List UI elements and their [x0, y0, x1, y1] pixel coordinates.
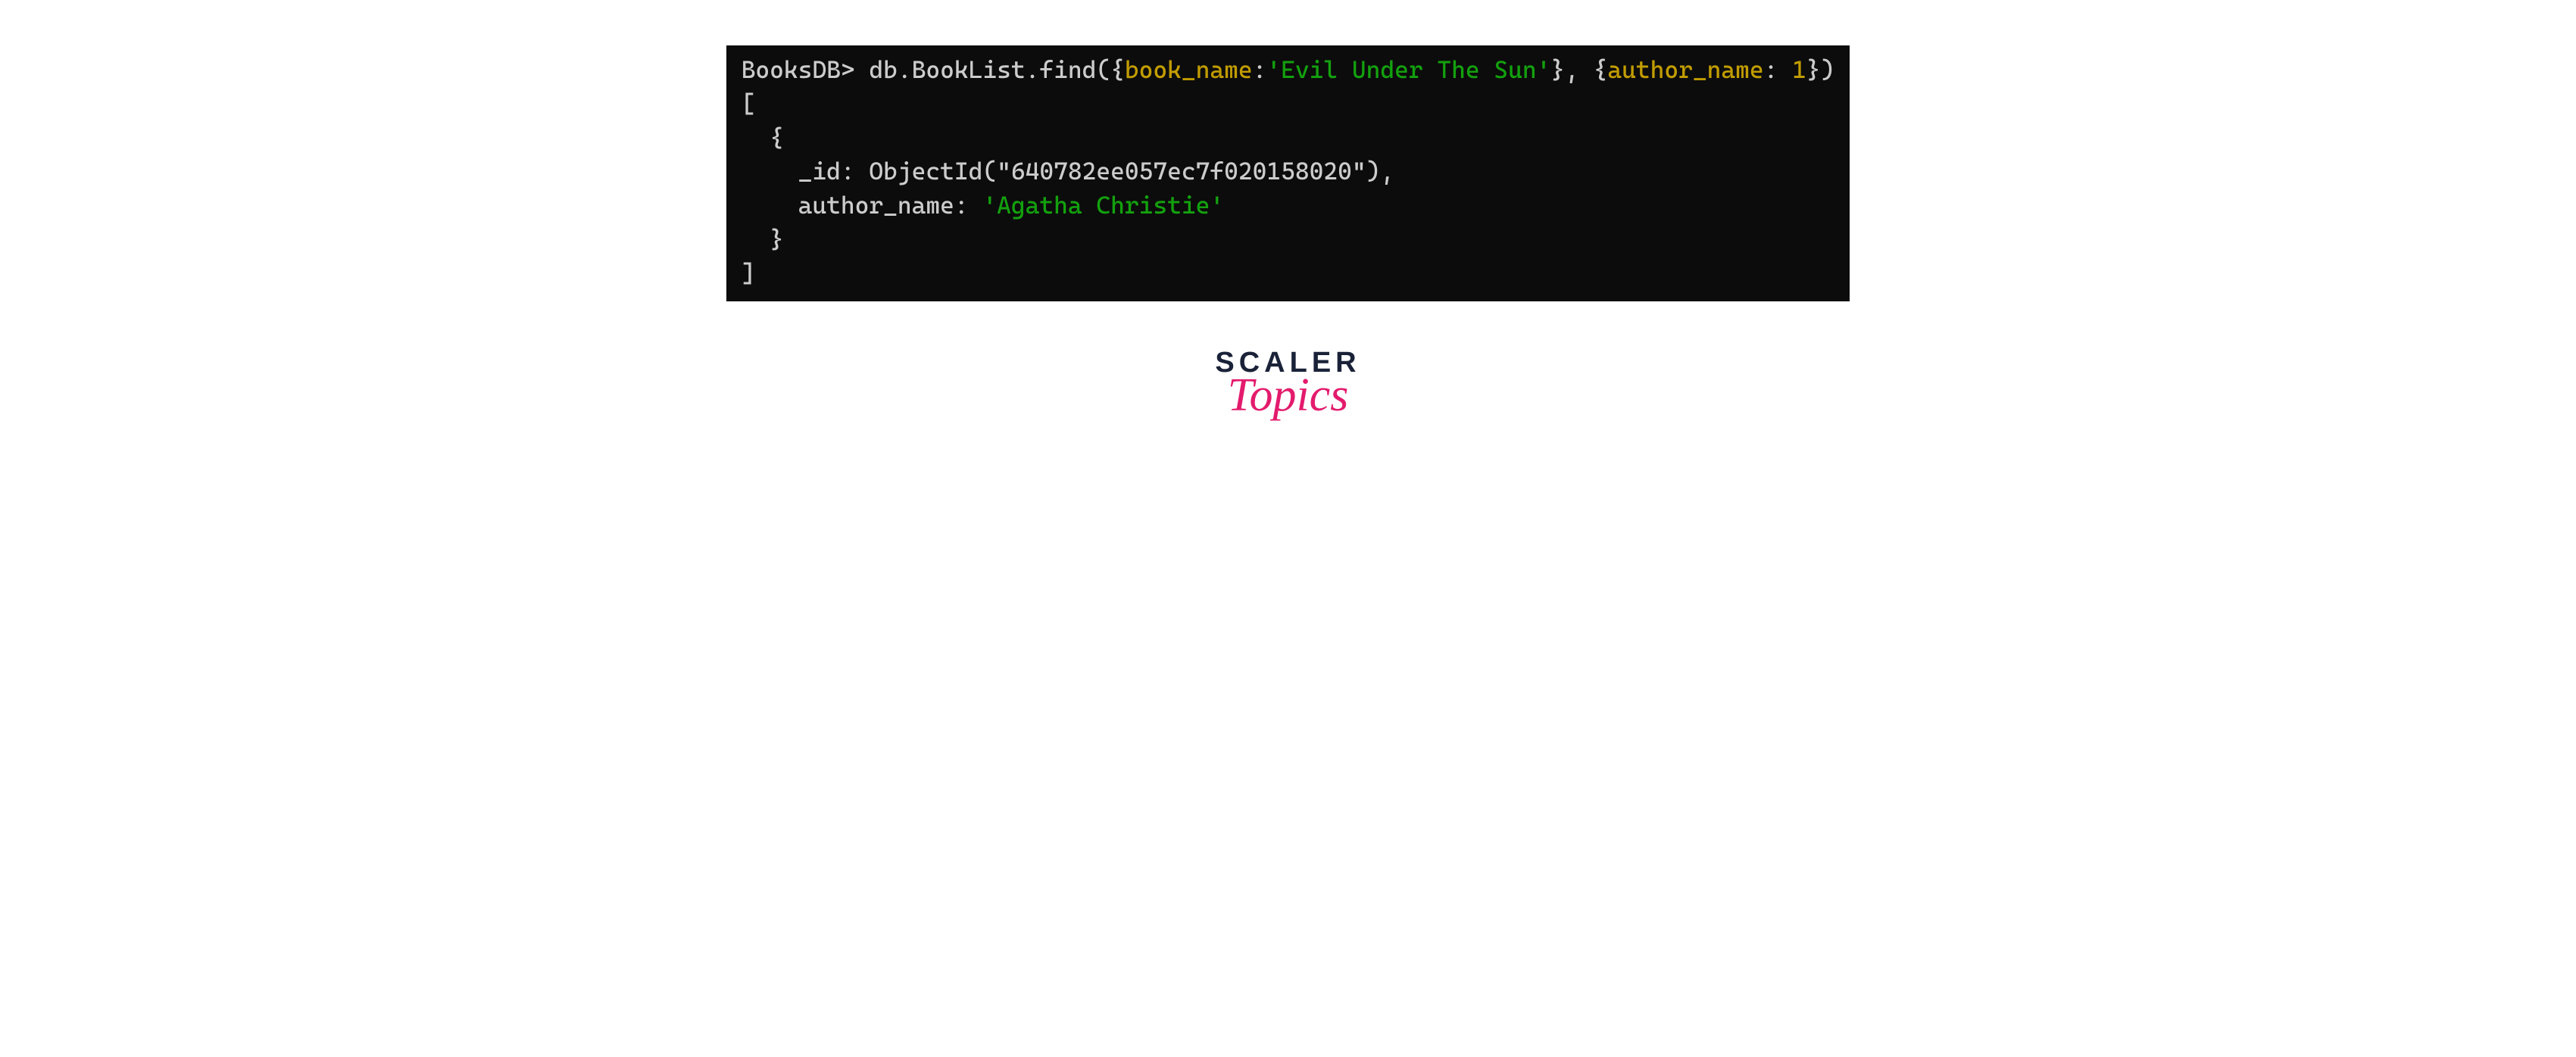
colon: :	[1253, 55, 1267, 84]
field-name: author_name	[1607, 55, 1763, 84]
terminal-output: BooksDB> db.BookList.find({book_name:'Ev…	[726, 45, 1850, 301]
command-text: })	[1806, 55, 1835, 84]
number-literal: 1	[1792, 55, 1806, 84]
output-brace: {	[742, 123, 784, 152]
output-bracket: ]	[742, 259, 756, 288]
output-key: author_name:	[798, 191, 983, 220]
string-literal: 'Agatha Christie'	[982, 191, 1224, 220]
command-text: }, {	[1550, 55, 1607, 84]
output-close: ),	[1366, 157, 1395, 186]
output-bracket: [	[742, 89, 756, 118]
command-text: db.BookList.find({	[855, 55, 1125, 84]
logo-topics-text: Topics	[1228, 369, 1349, 422]
indent	[742, 191, 798, 220]
colon: :	[1764, 55, 1793, 84]
field-name: book_name	[1125, 55, 1253, 84]
object-id: "640782ee057ec7f020158020"	[997, 157, 1366, 186]
shell-prompt: BooksDB>	[742, 55, 855, 84]
indent	[742, 157, 798, 186]
string-literal: 'Evil Under The Sun'	[1266, 55, 1550, 84]
output-key: _id: ObjectId(	[798, 157, 998, 186]
scaler-topics-logo: SCALER Topics	[1215, 347, 1360, 422]
output-brace: }	[742, 225, 784, 254]
